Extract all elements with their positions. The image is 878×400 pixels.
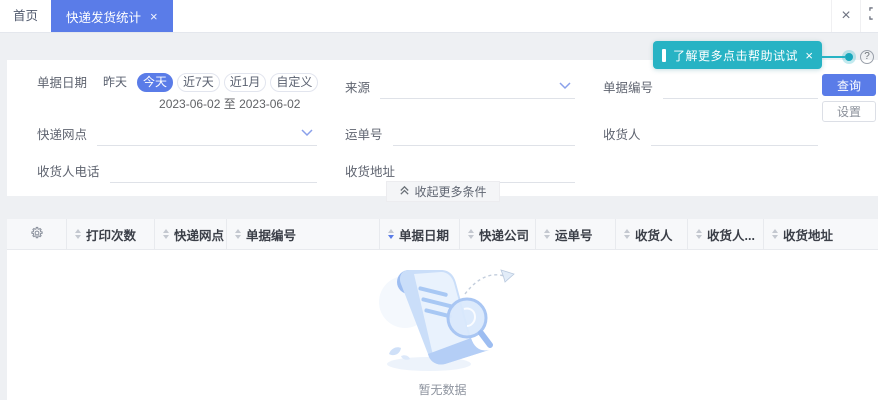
sort-carets-icon[interactable] xyxy=(624,229,630,239)
filter-doc-no: 单据编号 xyxy=(603,73,819,100)
gear-icon xyxy=(30,226,44,243)
doc-date-controls: 昨天 今天 近7天 近1月 自定义 2023-06-02 至 2023-06-02 xyxy=(97,73,319,112)
tooltip-text: 了解更多点击帮助试试 xyxy=(673,48,799,63)
date-option[interactable]: 今天 xyxy=(137,73,174,92)
close-icon: × xyxy=(841,7,851,24)
doc-date-label: 单据日期 xyxy=(37,76,88,90)
column-label: 快递公司 xyxy=(479,228,530,243)
tab-bar: 首页 快递发货统计 × × xyxy=(0,0,878,33)
close-all-tabs-button[interactable]: × xyxy=(831,0,860,32)
sort-carets-icon[interactable] xyxy=(696,229,702,239)
source-select[interactable] xyxy=(380,75,575,99)
consignee-input[interactable] xyxy=(650,121,819,146)
column-label: 打印次数 xyxy=(86,228,137,243)
collapse-label: 收起更多条件 xyxy=(414,185,487,199)
sort-carets-icon[interactable] xyxy=(772,229,778,239)
phone-label: 收货人电话 xyxy=(37,165,100,179)
column-label: 快递网点 xyxy=(174,228,225,243)
help-tooltip: 了解更多点击帮助试试 × xyxy=(653,41,822,69)
help-beacon-dot[interactable] xyxy=(842,50,856,64)
date-option[interactable]: 近1月 xyxy=(223,73,267,92)
filter-source: 来源 xyxy=(345,73,575,100)
column-label: 单据日期 xyxy=(399,228,450,243)
sort-carets-icon[interactable] xyxy=(388,229,394,239)
date-quick-options: 昨天 今天 近7天 近1月 自定义 xyxy=(97,73,319,92)
double-chevron-up-icon xyxy=(398,185,409,199)
column-header[interactable]: 收货人 xyxy=(616,219,688,249)
outlet-select[interactable] xyxy=(97,122,317,146)
table-panel: 打印次数 快递网点 单据编号 单据日期 快递公司 运单号 收货人 收货人... 收货地址 xyxy=(7,219,878,400)
column-label: 单据编号 xyxy=(246,228,297,243)
outlet-label: 快递网点 xyxy=(37,128,88,142)
date-option[interactable]: 近7天 xyxy=(177,73,220,92)
filter-panel: 单据日期 昨天 今天 近7天 近1月 自定义 2023-06-02 至 2023-06-… xyxy=(7,60,878,202)
empty-illustration xyxy=(378,269,515,371)
tracking-no-input[interactable] xyxy=(392,121,575,146)
sort-carets-icon[interactable] xyxy=(544,229,550,239)
fullscreen-button[interactable] xyxy=(860,0,878,32)
column-header[interactable]: 运单号 xyxy=(536,219,616,249)
column-header[interactable]: 快递公司 xyxy=(460,219,536,249)
filter-address: 收货地址 xyxy=(345,157,575,184)
tab-express-stats[interactable]: 快递发货统计 × xyxy=(51,0,173,32)
filter-consignee-phone: 收货人电话 xyxy=(37,157,317,184)
column-header[interactable]: 单据日期 xyxy=(380,219,460,249)
tooltip-bar-icon xyxy=(662,48,666,62)
filter-grid: 单据日期 昨天 今天 近7天 近1月 自定义 2023-06-02 至 2023-06-… xyxy=(37,73,819,193)
address-input[interactable] xyxy=(405,158,575,183)
column-header[interactable]: 打印次数 xyxy=(67,219,155,249)
address-label: 收货地址 xyxy=(345,165,396,179)
tabbar-actions: × xyxy=(831,0,878,32)
column-label: 收货人... xyxy=(707,228,755,243)
date-range-value[interactable]: 2023-06-02 至 2023-06-02 xyxy=(159,95,318,112)
column-label: 收货地址 xyxy=(783,228,834,243)
doc-no-input[interactable] xyxy=(663,74,819,99)
tab-home[interactable]: 首页 xyxy=(0,0,51,32)
filter-outlet: 快递网点 xyxy=(37,120,317,147)
filter-tracking-no: 运单号 xyxy=(345,120,575,147)
empty-text: 暂无数据 xyxy=(418,383,467,397)
consignee-phone-input[interactable] xyxy=(109,158,317,183)
filter-consignee: 收货人 xyxy=(603,120,819,147)
column-settings-button[interactable] xyxy=(7,219,67,249)
sort-carets-icon[interactable] xyxy=(235,229,241,239)
column-header[interactable]: 收货地址 xyxy=(764,219,878,249)
collapse-conditions-button[interactable]: 收起更多条件 xyxy=(385,181,500,202)
query-button[interactable]: 查询 xyxy=(822,74,876,96)
tab-label: 快递发货统计 xyxy=(66,10,142,25)
column-label: 运单号 xyxy=(555,228,593,243)
column-header[interactable]: 快递网点 xyxy=(155,219,227,249)
source-label: 来源 xyxy=(345,81,371,95)
date-option[interactable]: 自定义 xyxy=(270,73,319,92)
fullscreen-icon xyxy=(869,7,878,25)
filter-doc-date: 单据日期 昨天 今天 近7天 近1月 自定义 2023-06-02 至 2023-06-… xyxy=(37,73,319,120)
date-option[interactable]: 昨天 xyxy=(97,73,133,92)
tooltip-close-icon[interactable]: × xyxy=(805,48,813,63)
empty-state: 暂无数据 xyxy=(7,250,878,398)
doc-no-label: 单据编号 xyxy=(603,81,654,95)
sort-carets-icon[interactable] xyxy=(163,229,169,239)
column-header[interactable]: 单据编号 xyxy=(227,219,380,249)
sort-carets-icon[interactable] xyxy=(468,229,474,239)
consignee-label: 收货人 xyxy=(603,128,641,142)
tracking-label: 运单号 xyxy=(345,128,383,142)
table-header-row: 打印次数 快递网点 单据编号 单据日期 快递公司 运单号 收货人 收货人... 收货地址 xyxy=(7,219,878,250)
column-label: 收货人 xyxy=(635,228,673,243)
column-header[interactable]: 收货人... xyxy=(688,219,764,249)
page-content: 单据日期 昨天 今天 近7天 近1月 自定义 2023-06-02 至 2023-06-… xyxy=(0,33,878,400)
sort-carets-icon[interactable] xyxy=(75,229,81,239)
settings-button[interactable]: 设置 xyxy=(822,101,876,122)
help-icon[interactable]: ? xyxy=(860,50,874,64)
tab-close-icon[interactable]: × xyxy=(150,10,158,23)
